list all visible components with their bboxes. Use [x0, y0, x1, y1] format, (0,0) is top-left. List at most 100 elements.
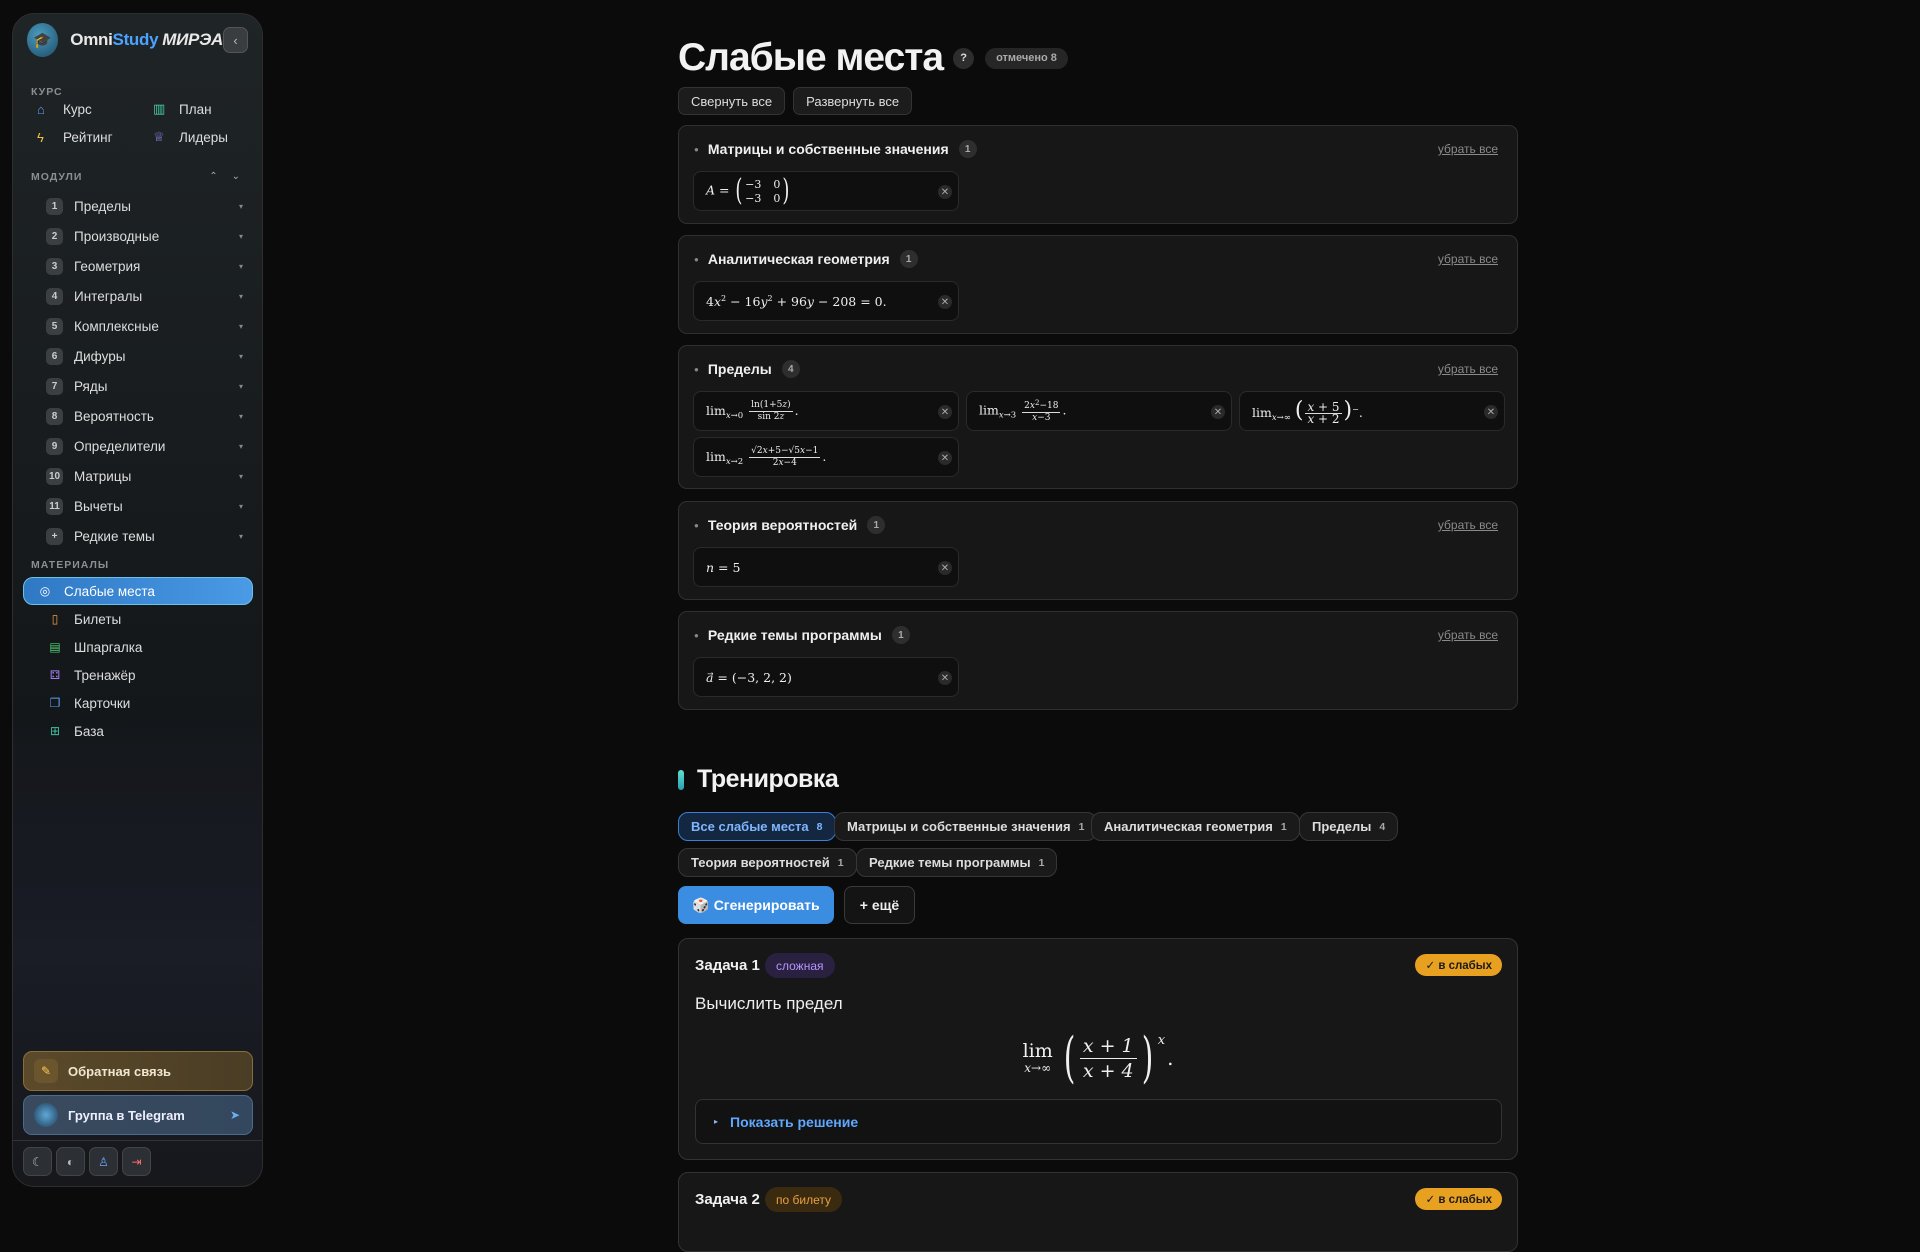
brand-logo[interactable]: OmniStudy МИРЭА [70, 30, 223, 50]
chevron-left-icon: ‹ [233, 32, 238, 48]
module-item[interactable]: 3 Геометрия ▾ [31, 251, 257, 281]
more-button[interactable]: + ещё [844, 886, 915, 924]
module-label: Вероятность [74, 408, 154, 424]
formula-vector: a⃗ = (−3, 2, 2) [706, 669, 792, 685]
page-title: Слабые места [678, 36, 944, 79]
weak-item[interactable]: n = 5 ✕ [693, 547, 959, 587]
weak-item[interactable]: limx→∞ (x + 5x + 2)−. ✕ [1239, 391, 1505, 431]
remove-item-icon[interactable]: ✕ [938, 671, 952, 685]
materials-list: ◎ Слабые места ▯ Билеты ▤ Шпаргалка ⚃ Тренаж… [23, 577, 253, 745]
collapse-all-modules-icon[interactable]: ⌃ [209, 171, 217, 182]
nav-plan[interactable]: ▥ План [149, 98, 253, 120]
module-item[interactable]: 6 Дифуры ▾ [31, 341, 257, 371]
module-item[interactable]: 2 Производные ▾ [31, 221, 257, 251]
tag-count: 1 [1078, 820, 1085, 833]
nav-tickets[interactable]: ▯ Билеты [23, 605, 253, 633]
tag-count: 1 [837, 856, 844, 869]
nav-label: Слабые места [64, 583, 155, 599]
remove-item-icon[interactable]: ✕ [1484, 405, 1498, 419]
notes-icon: ▤ [49, 640, 61, 654]
bolt-icon: ϟ [37, 129, 44, 145]
remove-all-link[interactable]: убрать все [1438, 362, 1498, 376]
weak-group-matrices: ● Матрицы и собственные значения 1 убрать … [678, 125, 1518, 224]
moon-icon[interactable]: ☾ [23, 1147, 52, 1176]
remove-item-icon[interactable]: ✕ [938, 561, 952, 575]
module-label: Ряды [74, 378, 108, 394]
group-title: Теория вероятностей [707, 517, 858, 533]
feedback-button[interactable]: ✎ Обратная связь [23, 1051, 253, 1091]
in-weak-badge[interactable]: ✓ в слабых [1415, 1188, 1502, 1210]
collapse-sidebar-button[interactable]: ‹ [223, 27, 248, 53]
group-header[interactable]: ● Редкие темы программы 1 [694, 626, 910, 644]
group-header[interactable]: ● Теория вероятностей 1 [694, 516, 886, 534]
remove-item-icon[interactable]: ✕ [938, 451, 952, 465]
group-header[interactable]: ● Аналитическая геометрия 1 [694, 250, 918, 268]
modules-controls: ⌃ ⌄ [209, 171, 240, 182]
difficulty-badge: сложная [765, 953, 835, 978]
remove-all-link[interactable]: убрать все [1438, 518, 1498, 532]
remove-all-link[interactable]: убрать все [1438, 628, 1498, 642]
module-item[interactable]: + Редкие темы ▾ [31, 521, 257, 551]
logout-icon[interactable]: ⇥ [122, 1147, 151, 1176]
nav-trainer[interactable]: ⚃ Тренажёр [23, 661, 253, 689]
filter-tag-all[interactable]: Все слабые места 8 [678, 812, 836, 841]
tag-label: Аналитическая геометрия [1104, 819, 1273, 834]
collapse-all-button[interactable]: Свернуть все [678, 87, 786, 115]
module-item[interactable]: 4 Интегралы ▾ [31, 281, 257, 311]
trophy-icon: ♕ [153, 129, 165, 144]
module-item[interactable]: 7 Ряды ▾ [31, 371, 257, 401]
weak-item[interactable]: limx→3 2x2−18 x−3. ✕ [966, 391, 1232, 431]
group-header[interactable]: ● Пределы 4 [694, 360, 800, 378]
nav-database[interactable]: ⊞ База [23, 717, 253, 745]
module-number: 6 [46, 347, 63, 365]
module-item[interactable]: 5 Комплексные ▾ [31, 311, 257, 341]
in-weak-badge[interactable]: ✓ в слабых [1415, 954, 1502, 976]
nav-label: План [179, 101, 212, 117]
module-number: 11 [46, 497, 63, 515]
remove-item-icon[interactable]: ✕ [938, 295, 952, 309]
show-solution-toggle[interactable]: ▸ Показать решение [695, 1099, 1502, 1144]
remove-all-link[interactable]: убрать все [1438, 142, 1498, 156]
expand-all-modules-icon[interactable]: ⌄ [232, 171, 240, 182]
remove-item-icon[interactable]: ✕ [1211, 405, 1225, 419]
contrast-icon[interactable]: ◐ [56, 1147, 85, 1176]
user-icon[interactable]: ♙ [89, 1147, 118, 1176]
weak-item[interactable]: limx→0 ln(1+5z) sin 2z. ✕ [693, 391, 959, 431]
nav-cards[interactable]: ❐ Карточки [23, 689, 253, 717]
tag-label: Матрицы и собственные значения [847, 819, 1071, 834]
nav-rating[interactable]: ϟ Рейтинг [33, 126, 149, 148]
formula-n: n = 5 [706, 559, 741, 575]
remove-item-icon[interactable]: ✕ [938, 185, 952, 199]
module-item[interactable]: 9 Определители ▾ [31, 431, 257, 461]
module-item[interactable]: 8 Вероятность ▾ [31, 401, 257, 431]
weak-item[interactable]: limx→2 √2x+5−√5x−1 2x−4. ✕ [693, 437, 959, 477]
module-item[interactable]: 10 Матрицы ▾ [31, 461, 257, 491]
group-header[interactable]: ● Матрицы и собственные значения 1 [694, 140, 977, 158]
filter-tag-rare-topics[interactable]: Редкие темы программы 1 [856, 848, 1058, 877]
dice-icon: ⚃ [49, 668, 61, 682]
filter-tag-analytic-geometry[interactable]: Аналитическая геометрия 1 [1091, 812, 1300, 841]
weak-item[interactable]: a⃗ = (−3, 2, 2) ✕ [693, 657, 959, 697]
course-nav: ⌂ Курс ▥ План ϟ Рейтинг ♕ Лидеры [33, 98, 253, 148]
module-item[interactable]: 11 Вычеты ▾ [31, 491, 257, 521]
filter-tag-limits[interactable]: Пределы 4 [1299, 812, 1399, 841]
task-card: Задача 2 по билету ✓ в слабых [678, 1172, 1518, 1252]
expand-all-button[interactable]: Развернуть все [793, 87, 913, 115]
brand-study: Study [112, 30, 159, 49]
sidebar-divider [13, 1140, 262, 1141]
nav-cheatsheet[interactable]: ▤ Шпаргалка [23, 633, 253, 661]
weak-item[interactable]: 4x2 − 16y2 + 96y − 208 = 0. ✕ [693, 281, 959, 321]
help-button[interactable]: ? [953, 47, 975, 69]
nav-leaders[interactable]: ♕ Лидеры [149, 126, 253, 148]
nav-course[interactable]: ⌂ Курс [33, 98, 149, 120]
filter-tag-matrices[interactable]: Матрицы и собственные значения 1 [834, 812, 1098, 841]
generate-button[interactable]: 🎲 Сгенерировать [678, 886, 834, 924]
remove-item-icon[interactable]: ✕ [938, 405, 952, 419]
weak-item[interactable]: A = (−3 0 −3 0) ✕ [693, 171, 959, 211]
formula-conic: 4x2 − 16y2 + 96y − 208 = 0. [706, 293, 887, 309]
remove-all-link[interactable]: убрать все [1438, 252, 1498, 266]
nav-weak-spots[interactable]: ◎ Слабые места [23, 577, 253, 605]
telegram-group-button[interactable]: Группа в Telegram ➤ [23, 1095, 253, 1135]
filter-tag-probability[interactable]: Теория вероятностей 1 [678, 848, 857, 877]
module-item[interactable]: 1 Пределы ▾ [31, 191, 257, 221]
